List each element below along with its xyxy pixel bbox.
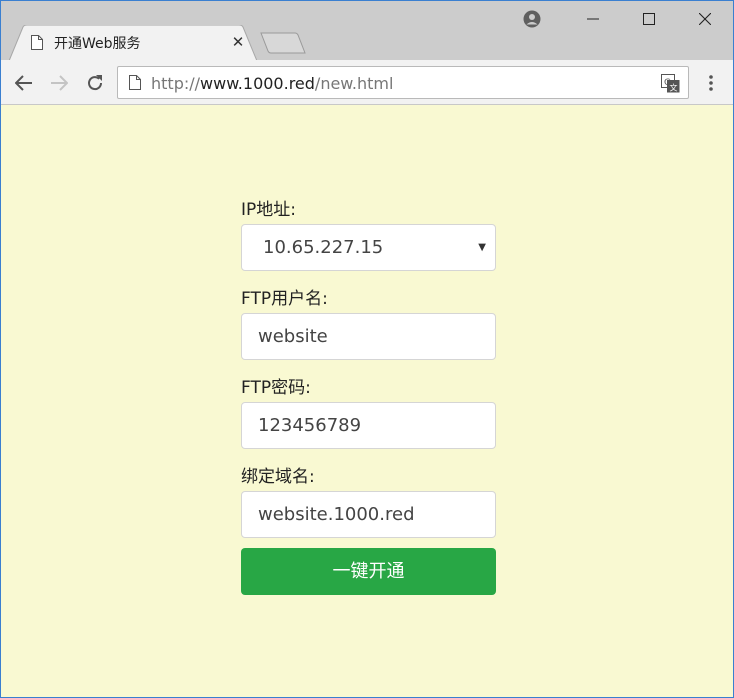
maximize-icon [643, 13, 655, 25]
submit-button[interactable]: 一键开通 [241, 548, 496, 595]
ftp-user-label: FTP用户名: [241, 289, 328, 309]
ftp-user-input[interactable]: website [241, 313, 496, 360]
ip-select-value: 10.65.227.15 [263, 237, 384, 258]
kebab-menu-icon [709, 75, 713, 91]
forward-button[interactable] [46, 70, 72, 96]
translate-icon[interactable]: G 文 [661, 74, 680, 93]
chevron-down-icon: ▼ [478, 242, 486, 253]
back-arrow-icon [15, 75, 32, 91]
maximize-button[interactable] [621, 1, 677, 37]
browser-toolbar: http://www.1000.red/new.html G 文 [1, 60, 733, 105]
domain-label: 绑定域名: [241, 467, 315, 487]
close-icon[interactable]: ✕ [229, 33, 247, 51]
window-close-icon [699, 13, 711, 25]
url-scheme: http:// [151, 74, 201, 93]
url-host: www.1000.red [200, 74, 315, 93]
ftp-password-input[interactable]: 123456789 [241, 402, 496, 449]
ip-label: IP地址: [241, 200, 296, 220]
tab-title: 开通Web服务 [54, 36, 141, 52]
window-close-button[interactable] [677, 1, 733, 37]
ip-select[interactable]: 10.65.227.15 ▼ [241, 224, 496, 271]
new-tab-icon[interactable] [259, 31, 307, 55]
minimize-button[interactable] [565, 1, 621, 37]
forward-arrow-icon [51, 75, 68, 91]
browser-tab[interactable]: 开通Web服务 ✕ [9, 25, 257, 61]
page-icon [31, 35, 43, 50]
svg-text:文: 文 [670, 83, 678, 93]
page-icon [129, 75, 141, 90]
page-content: IP地址: 10.65.227.15 ▼ FTP用户名: website FTP… [1, 106, 733, 697]
back-button[interactable] [11, 70, 37, 96]
reload-button[interactable] [82, 70, 108, 96]
reload-icon [88, 75, 103, 91]
url-text[interactable]: http://www.1000.red/new.html [151, 74, 393, 93]
browser-menu-button[interactable] [701, 70, 721, 96]
tab-strip: 开通Web服务 ✕ [1, 1, 733, 61]
url-path: /new.html [314, 74, 394, 93]
ftp-password-label: FTP密码: [241, 378, 311, 398]
profile-icon[interactable] [523, 10, 541, 28]
minimize-icon [587, 18, 599, 20]
domain-input[interactable]: website.1000.red [241, 491, 496, 538]
address-bar[interactable]: http://www.1000.red/new.html G 文 [117, 66, 689, 99]
browser-window: 开通Web服务 ✕ http://www.1000.red/new.html G… [0, 0, 734, 698]
web-service-form: IP地址: 10.65.227.15 ▼ FTP用户名: website FTP… [241, 198, 496, 595]
